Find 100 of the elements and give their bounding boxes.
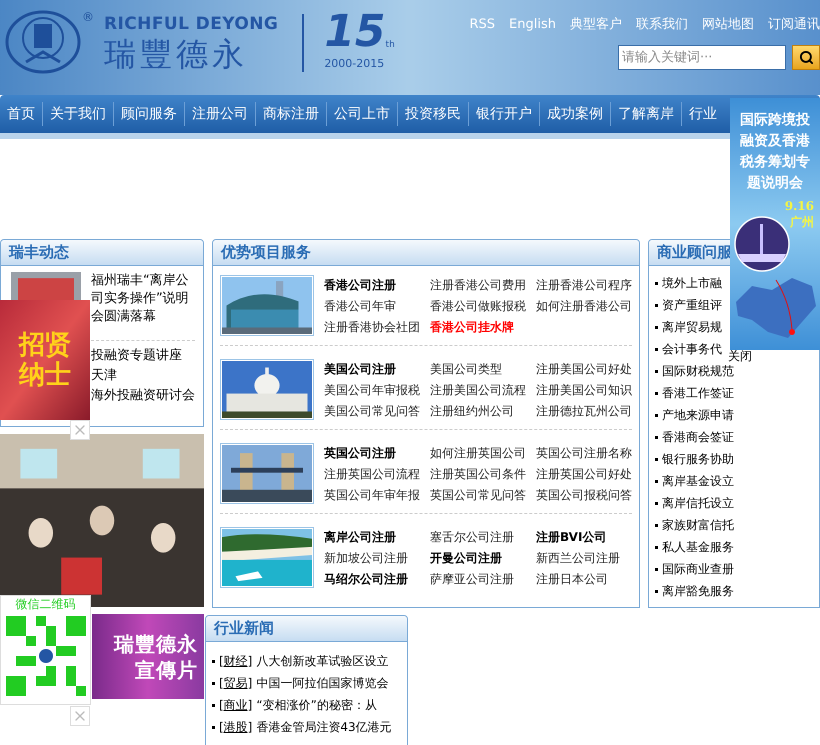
news-headline[interactable]: 福州瑞丰“离岸公司实务操作”说明会圆满落幕 (91, 272, 191, 326)
service-link[interactable]: 注册美国公司知识 (536, 381, 642, 399)
business-link[interactable]: 境外上市融 (662, 274, 722, 292)
news-tag[interactable]: [财经] (219, 652, 252, 670)
service-link[interactable]: 注册英国公司条件 (430, 465, 536, 483)
service-link[interactable]: 美国公司年审报税 (324, 381, 430, 399)
nav-item[interactable]: 银行开户 (469, 104, 539, 124)
close-link[interactable]: 关闭 (728, 347, 752, 365)
close-button[interactable] (70, 420, 90, 440)
service-link[interactable]: 香港公司挂水牌 (430, 318, 536, 336)
news-tag[interactable]: [港股] (219, 718, 252, 736)
nav-item[interactable]: 顾问服务 (114, 104, 184, 124)
nav-item[interactable]: 了解离岸 (611, 104, 681, 124)
service-link[interactable]: 开曼公司注册 (430, 549, 536, 567)
service-link[interactable]: 英国公司注册 (324, 444, 430, 462)
search-icon (798, 50, 814, 64)
news-link[interactable]: 投融资专题讲座 (91, 347, 203, 365)
news-tag[interactable]: [贸易] (219, 674, 252, 692)
nav-item[interactable]: 成功案例 (540, 104, 610, 124)
service-link[interactable]: 注册美国公司好处 (536, 360, 642, 378)
service-link[interactable]: 英国公司常见问答 (430, 486, 536, 504)
city-night-icon (734, 216, 790, 272)
service-link[interactable]: 注册纽约州公司 (430, 402, 536, 420)
nav-item[interactable]: 商标注册 (256, 104, 326, 124)
business-link[interactable]: 离岸豁免服务 (662, 582, 734, 600)
business-link[interactable]: 香港工作签证 (662, 384, 734, 402)
seminar-title: 融资及香港 (740, 132, 810, 151)
search-button[interactable] (792, 44, 820, 70)
service-link[interactable]: 注册英国公司流程 (324, 465, 430, 483)
service-link[interactable]: 马绍尔公司注册 (324, 570, 430, 588)
service-link[interactable]: 英国公司年审年报 (324, 486, 430, 504)
brand-name: 瑞豐德永 (104, 34, 249, 74)
business-link[interactable]: 国际商业查册 (662, 560, 734, 578)
business-link[interactable]: 离岸信托设立 (662, 494, 734, 512)
service-link[interactable]: 注册香港协会社团 (324, 318, 430, 336)
service-link[interactable]: 如何注册英国公司 (430, 444, 536, 462)
brand-name-english: RICHFUL DEYONG (104, 14, 278, 34)
close-button[interactable] (70, 706, 90, 726)
nav-item[interactable]: 注册公司 (185, 104, 255, 124)
nav-item[interactable]: 公司上市 (327, 104, 397, 124)
service-link[interactable]: 注册德拉瓦州公司 (536, 402, 642, 420)
seminar-title: 题说明会 (747, 174, 803, 193)
service-link[interactable]: 注册BVI公司 (536, 528, 642, 546)
business-link[interactable]: 离岸贸易规 (662, 318, 722, 336)
service-link[interactable]: 美国公司注册 (324, 360, 430, 378)
industry-news-link[interactable]: 中国一阿拉伯国家博览会 (256, 674, 388, 692)
logo-emblem-icon (4, 10, 82, 74)
business-link[interactable]: 产地来源申请 (662, 406, 734, 424)
panel-title: 瑞丰动态 (9, 242, 69, 264)
business-link[interactable]: 国际财税规范 (662, 362, 734, 380)
service-link[interactable]: 英国公司注册名称 (536, 444, 642, 462)
business-link[interactable]: 会计事务代 (662, 340, 722, 358)
business-link[interactable]: 香港商会签证 (662, 428, 734, 446)
nav-item[interactable]: 行业 (682, 104, 724, 124)
seminar-city: 广州 (790, 214, 815, 230)
industry-news-link[interactable]: “变相涨价”的秘密：从 (256, 696, 377, 714)
news-link[interactable]: 天津 (91, 367, 203, 385)
panel-title: 商业顾问服 (657, 242, 732, 264)
nav-item[interactable]: 投资移民 (398, 104, 468, 124)
search-field[interactable]: 请输入关键词··· (618, 44, 786, 70)
business-link[interactable]: 家族财富信托 (662, 516, 734, 534)
business-link[interactable]: 银行服务协助 (662, 450, 734, 468)
service-link[interactable]: 注册日本公司 (536, 570, 642, 588)
qr-label: 微信二维码 (16, 596, 76, 612)
anniversary-suffix: th (386, 38, 395, 52)
business-link[interactable]: 私人基金服务 (662, 538, 734, 556)
seminar-title: 税务筹划专 (740, 153, 810, 172)
service-link[interactable]: 香港公司年审 (324, 297, 430, 315)
business-link[interactable]: 离岸基金设立 (662, 472, 734, 490)
service-link[interactable]: 如何注册香港公司 (536, 297, 642, 315)
service-link[interactable]: 新加坡公司注册 (324, 549, 430, 567)
service-link[interactable]: 新西兰公司注册 (536, 549, 642, 567)
service-link[interactable]: 注册美国公司流程 (430, 381, 536, 399)
nav-item[interactable]: 关于我们 (43, 104, 113, 124)
service-link[interactable]: 注册香港公司程序 (536, 276, 642, 294)
promo-banner[interactable]: 瑞豐德永 宣傳片 (92, 614, 204, 699)
service-link[interactable]: 香港公司注册 (324, 276, 430, 294)
service-link[interactable]: 美国公司常见问答 (324, 402, 430, 420)
business-link[interactable]: 资产重组评 (662, 296, 722, 314)
industry-news-link[interactable]: 香港金管局注资43亿港元 (256, 718, 392, 736)
anniversary-number: 15 (324, 8, 386, 56)
service-link[interactable]: 英国公司报税问答 (536, 486, 642, 504)
promo-text: 瑞豐德永 (114, 630, 198, 656)
anniversary-years: 2000-2015 (324, 56, 384, 72)
service-link[interactable]: 注册香港公司费用 (430, 276, 536, 294)
service-link[interactable]: 美国公司类型 (430, 360, 536, 378)
news-tag[interactable]: [商业] (219, 696, 252, 714)
registered-mark: ® (82, 9, 94, 26)
nav-item[interactable]: 首页 (0, 104, 42, 124)
service-link[interactable]: 香港公司做账报税 (430, 297, 536, 315)
service-link[interactable]: 离岸公司注册 (324, 528, 430, 546)
promo-text: 宣傳片 (135, 656, 198, 682)
service-link[interactable]: 萨摩亚公司注册 (430, 570, 536, 588)
news-link[interactable]: 海外投融资研讨会 (91, 387, 203, 405)
panel-title: 优势项目服务 (221, 242, 311, 264)
service-link[interactable]: 塞舌尔公司注册 (430, 528, 536, 546)
panel-title: 行业新闻 (214, 618, 274, 640)
industry-news-link[interactable]: 八大创新改革试验区设立 (256, 652, 388, 670)
qr-code-icon (6, 616, 86, 696)
service-link[interactable]: 注册英国公司好处 (536, 465, 642, 483)
